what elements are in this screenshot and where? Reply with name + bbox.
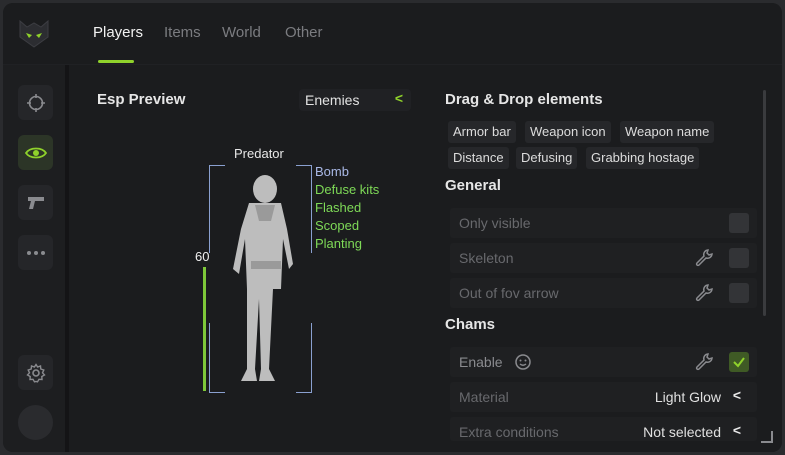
esp-box-bottom-left	[209, 392, 225, 393]
smiley-icon	[515, 354, 531, 370]
row-label: Enable	[459, 354, 503, 370]
flag-defuse-kits: Defuse kits	[315, 182, 380, 197]
chams-enable-checkbox[interactable]	[729, 352, 749, 372]
chip-weapon-icon[interactable]: Weapon icon	[525, 121, 611, 143]
drag-drop-title: Drag & Drop elements	[445, 91, 603, 108]
wrench-icon[interactable]	[694, 248, 714, 268]
row-label: Material	[459, 389, 509, 405]
main-panel: Esp Preview Enemies < Predator 60 Bomb D…	[73, 65, 782, 452]
esp-box-right-bottom	[311, 323, 312, 393]
sidebar-item-aim[interactable]	[18, 85, 53, 120]
chip-grabbing-hostage[interactable]: Grabbing hostage	[586, 147, 700, 169]
target-dropdown-value: Enemies	[305, 92, 360, 108]
row-material[interactable]: Material Light Glow <	[450, 382, 757, 412]
sidebar-item-more[interactable]	[18, 235, 53, 270]
flag-planting: Planting	[315, 236, 362, 251]
player-name-label: Predator	[234, 146, 284, 161]
tab-world[interactable]: World	[222, 24, 261, 41]
chevron-left-icon: <	[732, 387, 741, 403]
chevron-left-icon: <	[394, 90, 403, 106]
sidebar-item-weapons[interactable]	[18, 185, 53, 220]
flag-bomb: Bomb	[315, 164, 349, 179]
active-tab-indicator	[98, 60, 134, 63]
chip-weapon-name[interactable]: Weapon name	[620, 121, 715, 143]
tab-players[interactable]: Players	[93, 24, 143, 41]
esp-box-top-right	[296, 165, 312, 166]
row-skeleton: Skeleton	[450, 243, 757, 273]
row-label: Skeleton	[459, 250, 514, 266]
out-of-fov-arrow-checkbox[interactable]	[729, 283, 749, 303]
esp-box-left-top	[209, 165, 210, 253]
tab-other[interactable]: Other	[285, 24, 323, 41]
row-label: Out of fov arrow	[459, 285, 559, 301]
material-value: Light Glow	[654, 389, 721, 405]
gear-icon	[25, 362, 46, 383]
esp-box-bottom-right	[296, 392, 312, 393]
row-only-visible: Only visible	[450, 208, 757, 238]
sidebar-item-visuals[interactable]	[18, 135, 53, 170]
scrollbar[interactable]	[763, 90, 766, 316]
checkmark-icon	[733, 357, 745, 368]
esp-box-top-left	[209, 165, 225, 166]
extra-conditions-value: Not selected	[643, 424, 721, 440]
top-bar: Players Items World Other	[3, 3, 782, 65]
crosshair-icon	[26, 93, 45, 112]
eye-icon	[24, 147, 47, 158]
sidebar	[3, 65, 69, 452]
only-visible-checkbox[interactable]	[729, 213, 749, 233]
player-model-image	[233, 175, 293, 381]
target-dropdown[interactable]: Enemies <	[299, 89, 411, 111]
chip-armor-bar[interactable]: Armor bar	[448, 121, 516, 143]
resize-handle[interactable]	[761, 431, 773, 443]
row-label: Only visible	[459, 215, 531, 231]
esp-box-right-top	[311, 165, 312, 253]
more-dots-icon	[26, 250, 45, 255]
chevron-left-icon: <	[732, 422, 741, 438]
general-title: General	[445, 177, 501, 194]
row-out-of-fov-arrow: Out of fov arrow	[450, 278, 757, 308]
health-value-label: 60	[195, 249, 210, 264]
logo-icon	[19, 19, 49, 48]
flag-scoped: Scoped	[315, 218, 360, 233]
chams-title: Chams	[445, 316, 496, 333]
chip-distance[interactable]: Distance	[448, 147, 509, 169]
esp-preview-title: Esp Preview	[97, 91, 186, 108]
sidebar-item-settings[interactable]	[18, 355, 53, 390]
esp-box-left-bottom	[209, 323, 210, 393]
tab-items[interactable]: Items	[164, 24, 201, 41]
row-extra-conditions[interactable]: Extra conditions Not selected <	[450, 417, 757, 441]
wrench-icon[interactable]	[694, 283, 714, 303]
flag-flashed: Flashed	[315, 200, 362, 215]
health-bar	[203, 267, 206, 391]
pistol-icon	[27, 196, 44, 209]
app-window: Players Items World Other Esp Preview En…	[3, 3, 782, 452]
chip-defusing[interactable]: Defusing	[516, 147, 578, 169]
row-label: Extra conditions	[459, 424, 559, 440]
row-chams-enable: Enable	[450, 347, 757, 377]
avatar[interactable]	[18, 405, 53, 440]
skeleton-checkbox[interactable]	[729, 248, 749, 268]
wrench-icon[interactable]	[694, 352, 714, 372]
